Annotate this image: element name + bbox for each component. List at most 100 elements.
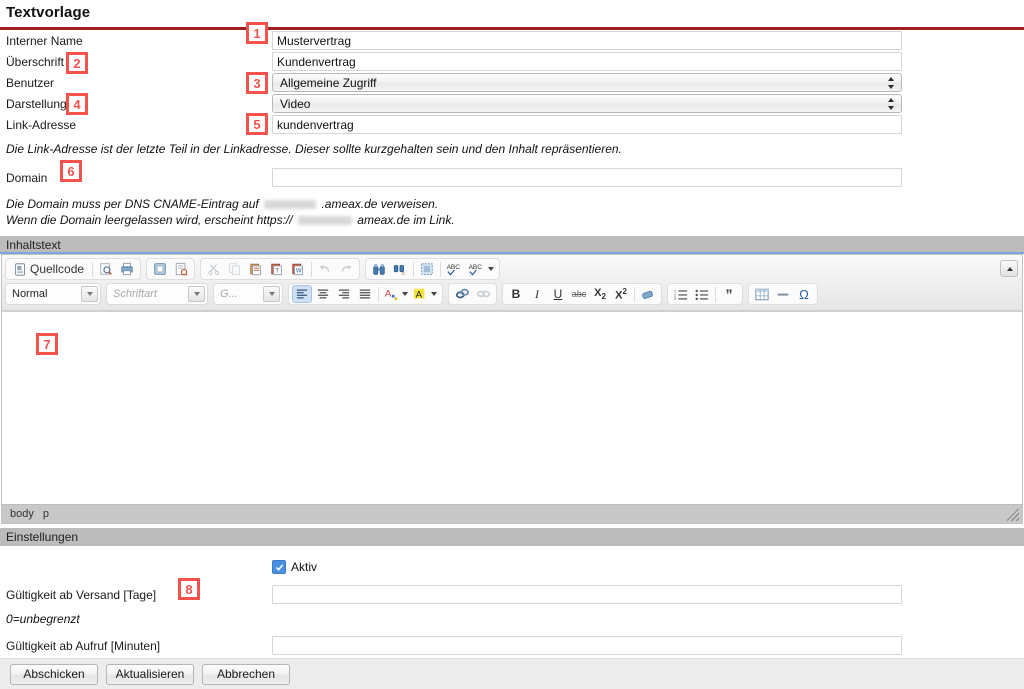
paste-word-button[interactable]: W bbox=[288, 260, 308, 278]
toolbar-group-insert: Ω bbox=[748, 283, 818, 305]
subscript-button[interactable]: X2 bbox=[590, 285, 610, 303]
chevron-down-icon bbox=[81, 286, 98, 302]
align-right-icon bbox=[337, 288, 351, 300]
background-color-icon: A bbox=[413, 287, 427, 301]
new-page-icon bbox=[174, 262, 188, 276]
cut-button[interactable] bbox=[204, 260, 224, 278]
new-page-button[interactable] bbox=[171, 260, 191, 278]
settings-row-gueltigkeit-versand: Gültigkeit ab Versand [Tage] bbox=[0, 584, 1024, 605]
numbered-list-button[interactable]: 1 2 3 bbox=[671, 285, 691, 303]
align-left-button[interactable] bbox=[292, 285, 312, 303]
input-gueltigkeit-aufruf[interactable] bbox=[272, 636, 902, 655]
path-item-p[interactable]: p bbox=[43, 508, 49, 520]
templates-icon bbox=[153, 262, 167, 276]
hint-domain-empty-after: ameax.de im Link. bbox=[357, 213, 454, 227]
align-center-button[interactable] bbox=[313, 285, 333, 303]
source-button[interactable]: Quellcode bbox=[9, 260, 89, 278]
eraser-icon bbox=[641, 287, 655, 301]
redo-button[interactable] bbox=[336, 260, 356, 278]
toolbar-collapse-button[interactable] bbox=[1000, 260, 1018, 277]
bulleted-list-icon bbox=[695, 288, 709, 301]
select-darstellung[interactable]: Video bbox=[272, 94, 902, 113]
input-ueberschrift[interactable] bbox=[272, 52, 902, 71]
checkmark-icon bbox=[275, 563, 284, 572]
main-form: Interner Name Überschrift Benutzer Allge… bbox=[0, 30, 1024, 228]
hint-domain-empty: Wenn die Domain leergelassen wird, ersch… bbox=[0, 212, 1024, 228]
underline-button[interactable]: U bbox=[548, 285, 568, 303]
special-char-button[interactable]: Ω bbox=[794, 285, 814, 303]
hint-link-adresse: Die Link-Adresse ist der letzte Teil in … bbox=[0, 141, 1024, 157]
align-left-icon bbox=[295, 288, 309, 300]
background-color-button[interactable]: A bbox=[411, 285, 439, 303]
subscript-icon: X2 bbox=[594, 287, 606, 301]
path-item-body[interactable]: body bbox=[10, 508, 34, 520]
align-right-button[interactable] bbox=[334, 285, 354, 303]
annotation-marker-3: 3 bbox=[246, 72, 268, 94]
label-interner-name: Interner Name bbox=[0, 34, 272, 48]
label-gueltigkeit-versand: Gültigkeit ab Versand [Tage] bbox=[0, 588, 272, 602]
insert-table-button[interactable] bbox=[752, 285, 772, 303]
section-header-inhaltstext: Inhaltstext bbox=[0, 236, 1024, 254]
label-benutzer: Benutzer bbox=[0, 76, 272, 90]
italic-button[interactable]: I bbox=[527, 285, 547, 303]
bold-button[interactable]: B bbox=[506, 285, 526, 303]
select-benutzer-value: Allgemeine Zugriff bbox=[280, 76, 377, 90]
copy-button[interactable] bbox=[225, 260, 245, 278]
paragraph-format-select[interactable]: Normal bbox=[5, 283, 101, 305]
font-size-select[interactable]: G... bbox=[213, 283, 283, 305]
spellcheck-button[interactable]: ABC bbox=[444, 260, 464, 278]
replace-button[interactable]: c bbox=[390, 260, 410, 278]
select-benutzer[interactable]: Allgemeine Zugriff bbox=[272, 73, 902, 92]
binoculars-icon bbox=[372, 262, 386, 276]
annotation-marker-4: 4 bbox=[66, 93, 88, 115]
input-gueltigkeit-versand[interactable] bbox=[272, 585, 902, 604]
input-domain[interactable] bbox=[272, 168, 902, 187]
svg-text:ABC: ABC bbox=[469, 264, 483, 271]
input-link-adresse[interactable] bbox=[272, 115, 902, 134]
text-color-button[interactable]: A bbox=[382, 285, 410, 303]
settings-row-aktiv: Aktiv bbox=[0, 556, 1024, 578]
cancel-button[interactable]: Abbrechen bbox=[202, 664, 290, 685]
checkbox-aktiv[interactable] bbox=[272, 560, 286, 574]
align-center-icon bbox=[316, 288, 330, 300]
update-button[interactable]: Aktualisieren bbox=[106, 664, 194, 685]
settings-row-gueltigkeit-aufruf: Gültigkeit ab Aufruf [Minuten] bbox=[0, 635, 1024, 656]
spellcheck-options-button[interactable]: ABC bbox=[465, 260, 496, 278]
paste-word-icon: W bbox=[291, 262, 305, 276]
print-button[interactable] bbox=[117, 260, 137, 278]
unlink-button[interactable] bbox=[473, 285, 493, 303]
bulleted-list-button[interactable] bbox=[692, 285, 712, 303]
editor-toolbar: Quellcode bbox=[2, 255, 1022, 311]
preview-button[interactable] bbox=[96, 260, 116, 278]
templates-button[interactable] bbox=[150, 260, 170, 278]
hint-domain-empty-before: Wenn die Domain leergelassen wird, ersch… bbox=[6, 213, 293, 227]
toolbar-separator bbox=[634, 287, 635, 302]
undo-button[interactable] bbox=[315, 260, 335, 278]
paste-text-button[interactable]: T bbox=[267, 260, 287, 278]
blockquote-icon: ” bbox=[726, 287, 733, 301]
link-button[interactable] bbox=[452, 285, 472, 303]
find-button[interactable] bbox=[369, 260, 389, 278]
superscript-button[interactable]: X2 bbox=[611, 285, 631, 303]
replace-icon: c bbox=[393, 262, 407, 276]
blockquote-button[interactable]: ” bbox=[719, 285, 739, 303]
toolbar-group-basic-styles: B I U abc X2 X2 bbox=[502, 283, 662, 305]
align-justify-button[interactable] bbox=[355, 285, 375, 303]
editor-content-area[interactable] bbox=[2, 311, 1022, 504]
label-darstellung: Darstellung bbox=[0, 97, 272, 111]
text-color-icon: A bbox=[384, 287, 398, 301]
submit-button[interactable]: Abschicken bbox=[10, 664, 98, 685]
svg-text:W: W bbox=[296, 268, 302, 275]
underline-icon: U bbox=[554, 287, 563, 301]
strikethrough-button[interactable]: abc bbox=[569, 285, 589, 303]
font-family-select[interactable]: Schriftart bbox=[106, 283, 208, 305]
svg-text:ABC: ABC bbox=[447, 264, 461, 271]
numbered-list-icon: 1 2 3 bbox=[674, 288, 688, 301]
remove-format-button[interactable] bbox=[638, 285, 658, 303]
input-interner-name[interactable] bbox=[272, 31, 902, 50]
resize-grip[interactable] bbox=[1007, 509, 1019, 521]
select-all-button[interactable] bbox=[417, 260, 437, 278]
paste-button[interactable] bbox=[246, 260, 266, 278]
horizontal-rule-button[interactable] bbox=[773, 285, 793, 303]
link-icon bbox=[455, 287, 470, 301]
